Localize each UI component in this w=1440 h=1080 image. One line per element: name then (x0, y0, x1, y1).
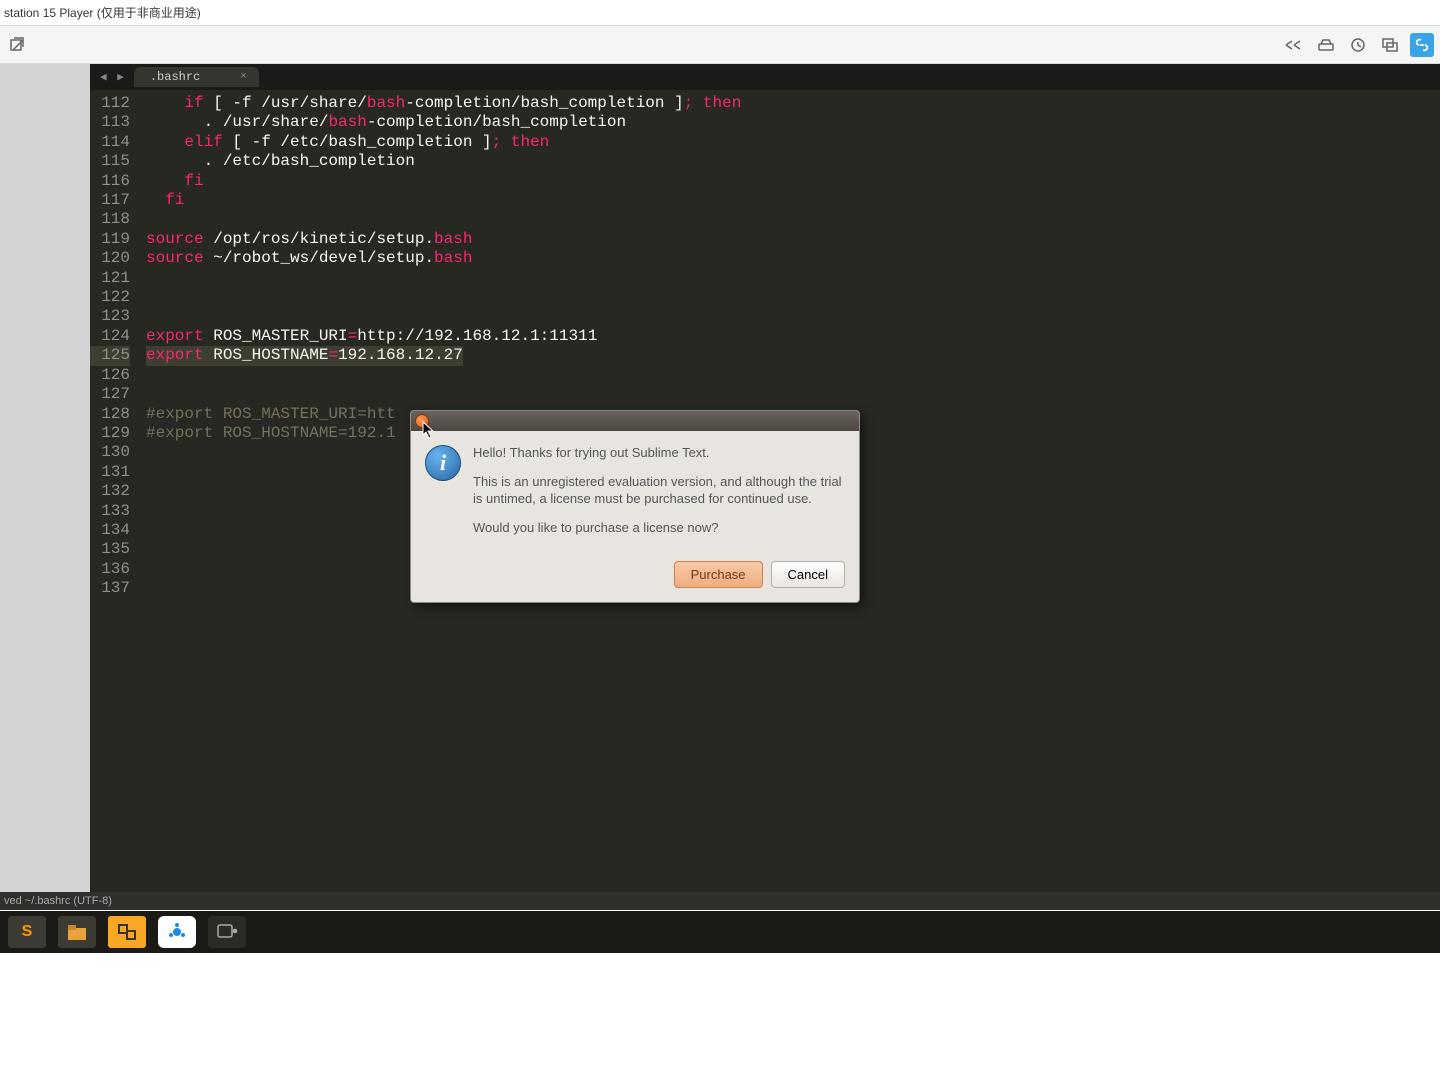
minimap-gutter (0, 64, 90, 909)
tab-bashrc[interactable]: .bashrc × (134, 67, 259, 87)
tab-label: .bashrc (150, 70, 200, 84)
disk-icon[interactable] (1314, 33, 1338, 57)
dialog-text: Hello! Thanks for trying out Sublime Tex… (473, 445, 845, 549)
clock-icon[interactable] (1346, 33, 1370, 57)
vmware-toolbar (0, 26, 1440, 64)
taskbar-vmware-icon[interactable] (108, 916, 146, 948)
window-title: station 15 Player (仅用于非商业用途) (4, 4, 201, 21)
dialog-line-1: Hello! Thanks for trying out Sublime Tex… (473, 445, 845, 462)
tab-bar: ◀ ▶ .bashrc × (90, 64, 1440, 90)
link-icon[interactable] (1410, 33, 1434, 57)
window-icon[interactable] (1378, 33, 1402, 57)
dialog-line-3: Would you like to purchase a license now… (473, 520, 845, 537)
taskbar-screen-icon[interactable] (208, 916, 246, 948)
taskbar-cloud-icon[interactable] (158, 916, 196, 948)
status-bar: ved ~/.bashrc (UTF-8) (0, 892, 1440, 910)
info-icon: i (425, 445, 461, 481)
dialog-line-2: This is an unregistered evaluation versi… (473, 474, 845, 508)
line-gutter: 1121131141151161171181191201211221231241… (90, 94, 140, 599)
detach-icon[interactable] (6, 33, 30, 57)
dialog-titlebar[interactable] (411, 411, 859, 431)
close-icon[interactable]: × (240, 71, 247, 83)
ubuntu-taskbar: S (0, 911, 1440, 953)
status-text: ved ~/.bashrc (UTF-8) (4, 895, 112, 907)
cancel-button[interactable]: Cancel (771, 561, 845, 588)
dialog-close-icon[interactable] (415, 414, 429, 428)
vmware-titlebar: station 15 Player (仅用于非商业用途) (0, 0, 1440, 26)
taskbar-files-icon[interactable] (58, 916, 96, 948)
tab-nav-arrows[interactable]: ◀ ▶ (94, 70, 132, 84)
forward-icon[interactable] (1282, 33, 1306, 57)
license-dialog: i Hello! Thanks for trying out Sublime T… (410, 410, 860, 603)
purchase-button[interactable]: Purchase (674, 561, 763, 588)
taskbar-sublime-icon[interactable]: S (8, 916, 46, 948)
